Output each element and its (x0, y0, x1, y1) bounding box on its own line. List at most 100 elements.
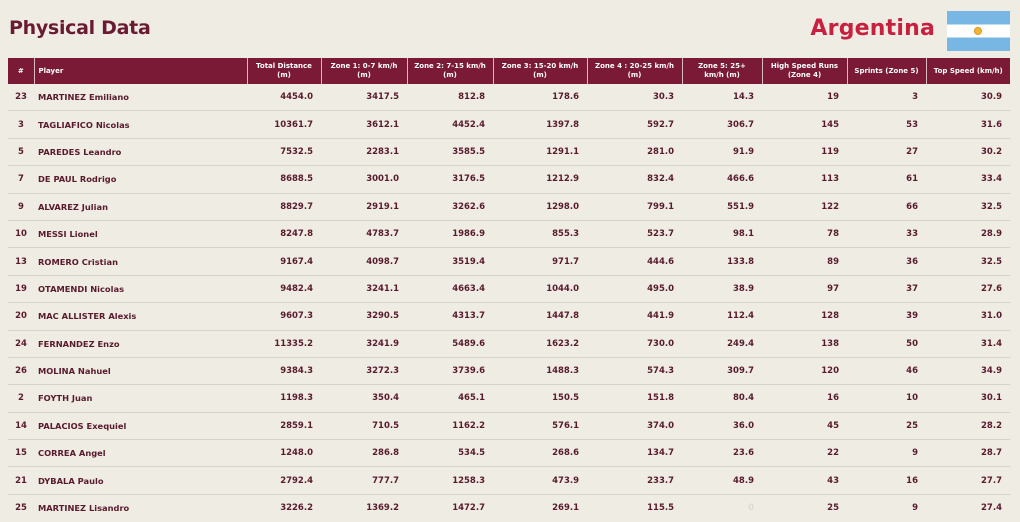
zone2-distance-cell: 465.1 (407, 384, 493, 413)
table-row: 15 CORREA Angel 1248.0 286.8 534.5 268.6 134.7… (8, 439, 1010, 468)
top-speed-cell: 28.7 (926, 439, 1010, 468)
zone2-distance-cell: 3519.4 (407, 247, 493, 276)
zone1-distance-cell: 777.7 (321, 466, 407, 495)
total-distance-cell: 8829.7 (247, 193, 321, 221)
top-speed-cell: 28.2 (926, 412, 1010, 441)
high-speed-runs-cell: 122 (762, 193, 847, 221)
table-body: 23 MARTINEZ Emiliano 4454.0 3417.5 812.8 178.… (8, 84, 1010, 521)
zone1-distance-cell: 1369.2 (366, 503, 399, 514)
zone1-distance-cell: 710.5 (321, 412, 407, 441)
table-row: 21 DYBALA Paulo 2792.4 777.7 1258.3 473.9 233.… (8, 466, 1010, 495)
player-name-cell: FERNANDEZ Enzo (34, 330, 247, 358)
player-number-cell: 25 (15, 503, 27, 514)
player-number-cell: 7 (8, 165, 34, 194)
zone3-distance-cell: 855.3 (493, 220, 587, 249)
player-number-cell: 24 (8, 330, 34, 358)
column-header-high-speed-runs: High Speed Runs (Zone 4) (762, 58, 848, 84)
zone4-distance-cell: 730.0 (587, 330, 682, 358)
zone5-distance-cell: 23.6 (682, 439, 762, 468)
zone3-distance-cell: 268.6 (493, 439, 587, 468)
column-header-num: # (8, 58, 35, 84)
total-distance-cell: 7532.5 (247, 138, 321, 167)
zone2-distance-cell: 5489.6 (407, 330, 493, 358)
total-distance-cell: 9384.3 (247, 357, 321, 386)
zone4-distance-cell: 115.5 (647, 503, 674, 514)
table-row: 3 TAGLIAFICO Nicolas 10361.7 3612.1 4452.4 13… (8, 110, 1010, 139)
zone2-distance-cell: 4313.7 (407, 302, 493, 331)
player-number-cell: 14 (8, 412, 34, 441)
total-distance-cell: 10361.7 (247, 110, 321, 139)
zone5-distance-cell: 306.7 (682, 110, 762, 139)
zone5-distance-cell: 80.4 (682, 384, 762, 413)
top-speed-cell: 33.4 (926, 165, 1010, 194)
zone2-distance-cell: 1472.7 (452, 503, 485, 514)
top-speed-cell: 32.5 (926, 247, 1010, 276)
zone1-distance-cell: 350.4 (321, 384, 407, 413)
table-row: 26 MOLINA Nahuel 9384.3 3272.3 3739.6 1488.3 5… (8, 357, 1010, 386)
zone3-distance-cell: 1291.1 (493, 138, 587, 167)
table-row: 2 FOYTH Juan 1198.3 350.4 465.1 150.5 151.8 80.… (8, 384, 1010, 413)
zone2-distance-cell: 3739.6 (407, 357, 493, 386)
player-number-cell: 26 (8, 357, 34, 386)
argentina-flag-icon (947, 11, 1010, 51)
physical-data-table: # Player Total Distance (m) Zone 1: 0-7 … (8, 58, 1010, 521)
zone1-distance-cell: 3241.9 (321, 330, 407, 358)
table-row: 25 MARTINEZ Lisandro 3226.2 1369.2 1472.7 269… (8, 494, 1010, 521)
zone5-distance-cell: 466.6 (682, 165, 762, 194)
player-name-cell: DYBALA Paulo (34, 466, 247, 495)
zone5-distance-cell: 36.0 (682, 412, 762, 441)
player-name-cell: ROMERO Cristian (34, 247, 247, 276)
player-number-cell: 3 (8, 110, 34, 139)
table-row: 13 ROMERO Cristian 9167.4 4098.7 3519.4 971.7… (8, 247, 1010, 276)
player-number-cell: 15 (8, 439, 34, 468)
player-name-cell: PAREDES Leandro (34, 138, 247, 167)
top-speed-cell: 28.9 (926, 220, 1010, 249)
zone1-distance-cell: 3417.5 (321, 84, 407, 112)
zone4-distance-cell: 444.6 (587, 247, 682, 276)
zone4-distance-cell: 592.7 (587, 110, 682, 139)
zone2-distance-cell: 812.8 (407, 84, 493, 112)
high-speed-runs-cell: 113 (762, 165, 847, 194)
zone2-distance-cell: 3262.6 (407, 193, 493, 221)
player-name-cell: FOYTH Juan (34, 384, 247, 413)
column-header-total-distance: Total Distance (m) (247, 58, 322, 84)
zone3-distance-cell: 1447.8 (493, 302, 587, 331)
zone3-distance-cell: 473.9 (493, 466, 587, 495)
zone2-distance-cell: 1162.2 (407, 412, 493, 441)
table-header-row: # Player Total Distance (m) Zone 1: 0-7 … (8, 58, 1010, 84)
zone5-distance-cell: 249.4 (682, 330, 762, 358)
zone4-distance-cell: 799.1 (587, 193, 682, 221)
zone1-distance-cell: 4783.7 (321, 220, 407, 249)
zone2-distance-cell: 4452.4 (407, 110, 493, 139)
high-speed-runs-cell: 119 (762, 138, 847, 167)
page-title: Physical Data (9, 17, 151, 39)
total-distance-cell: 8247.8 (247, 220, 321, 249)
table-row: 9 ALVAREZ Julian 8829.7 2919.1 3262.6 1298.0 7… (8, 193, 1010, 221)
top-speed-cell: 27.4 (981, 503, 1002, 514)
total-distance-cell: 9482.4 (247, 275, 321, 304)
column-header-zone2: Zone 2: 7-15 km/h (m) (407, 58, 494, 84)
zone3-distance-cell: 178.6 (493, 84, 587, 112)
table-row: 24 FERNANDEZ Enzo 11335.2 3241.9 5489.6 1623.… (8, 330, 1010, 358)
zone1-distance-cell: 4098.7 (321, 247, 407, 276)
sprints-cell: 9 (912, 503, 918, 514)
zone2-distance-cell: 534.5 (407, 439, 493, 468)
top-speed-cell: 31.6 (926, 110, 1010, 139)
sprints-cell: 27 (847, 138, 926, 167)
sprints-cell: 16 (847, 466, 926, 495)
player-number-cell: 13 (8, 247, 34, 276)
total-distance-cell: 9167.4 (247, 247, 321, 276)
zone4-distance-cell: 30.3 (587, 84, 682, 112)
zone4-distance-cell: 374.0 (587, 412, 682, 441)
zone3-distance-cell: 1212.9 (493, 165, 587, 194)
total-distance-cell: 11335.2 (247, 330, 321, 358)
top-speed-cell: 30.1 (926, 384, 1010, 413)
zone5-distance-cell: 309.7 (682, 357, 762, 386)
zone2-distance-cell: 1258.3 (407, 466, 493, 495)
zone1-distance-cell: 3612.1 (321, 110, 407, 139)
player-name-cell: ALVAREZ Julian (34, 193, 247, 221)
table-row: 14 PALACIOS Exequiel 2859.1 710.5 1162.2 576.… (8, 412, 1010, 441)
zone3-distance-cell: 269.1 (552, 503, 579, 514)
zone3-distance-cell: 1298.0 (493, 193, 587, 221)
player-name-cell: MARTINEZ Lisandro (38, 503, 130, 514)
